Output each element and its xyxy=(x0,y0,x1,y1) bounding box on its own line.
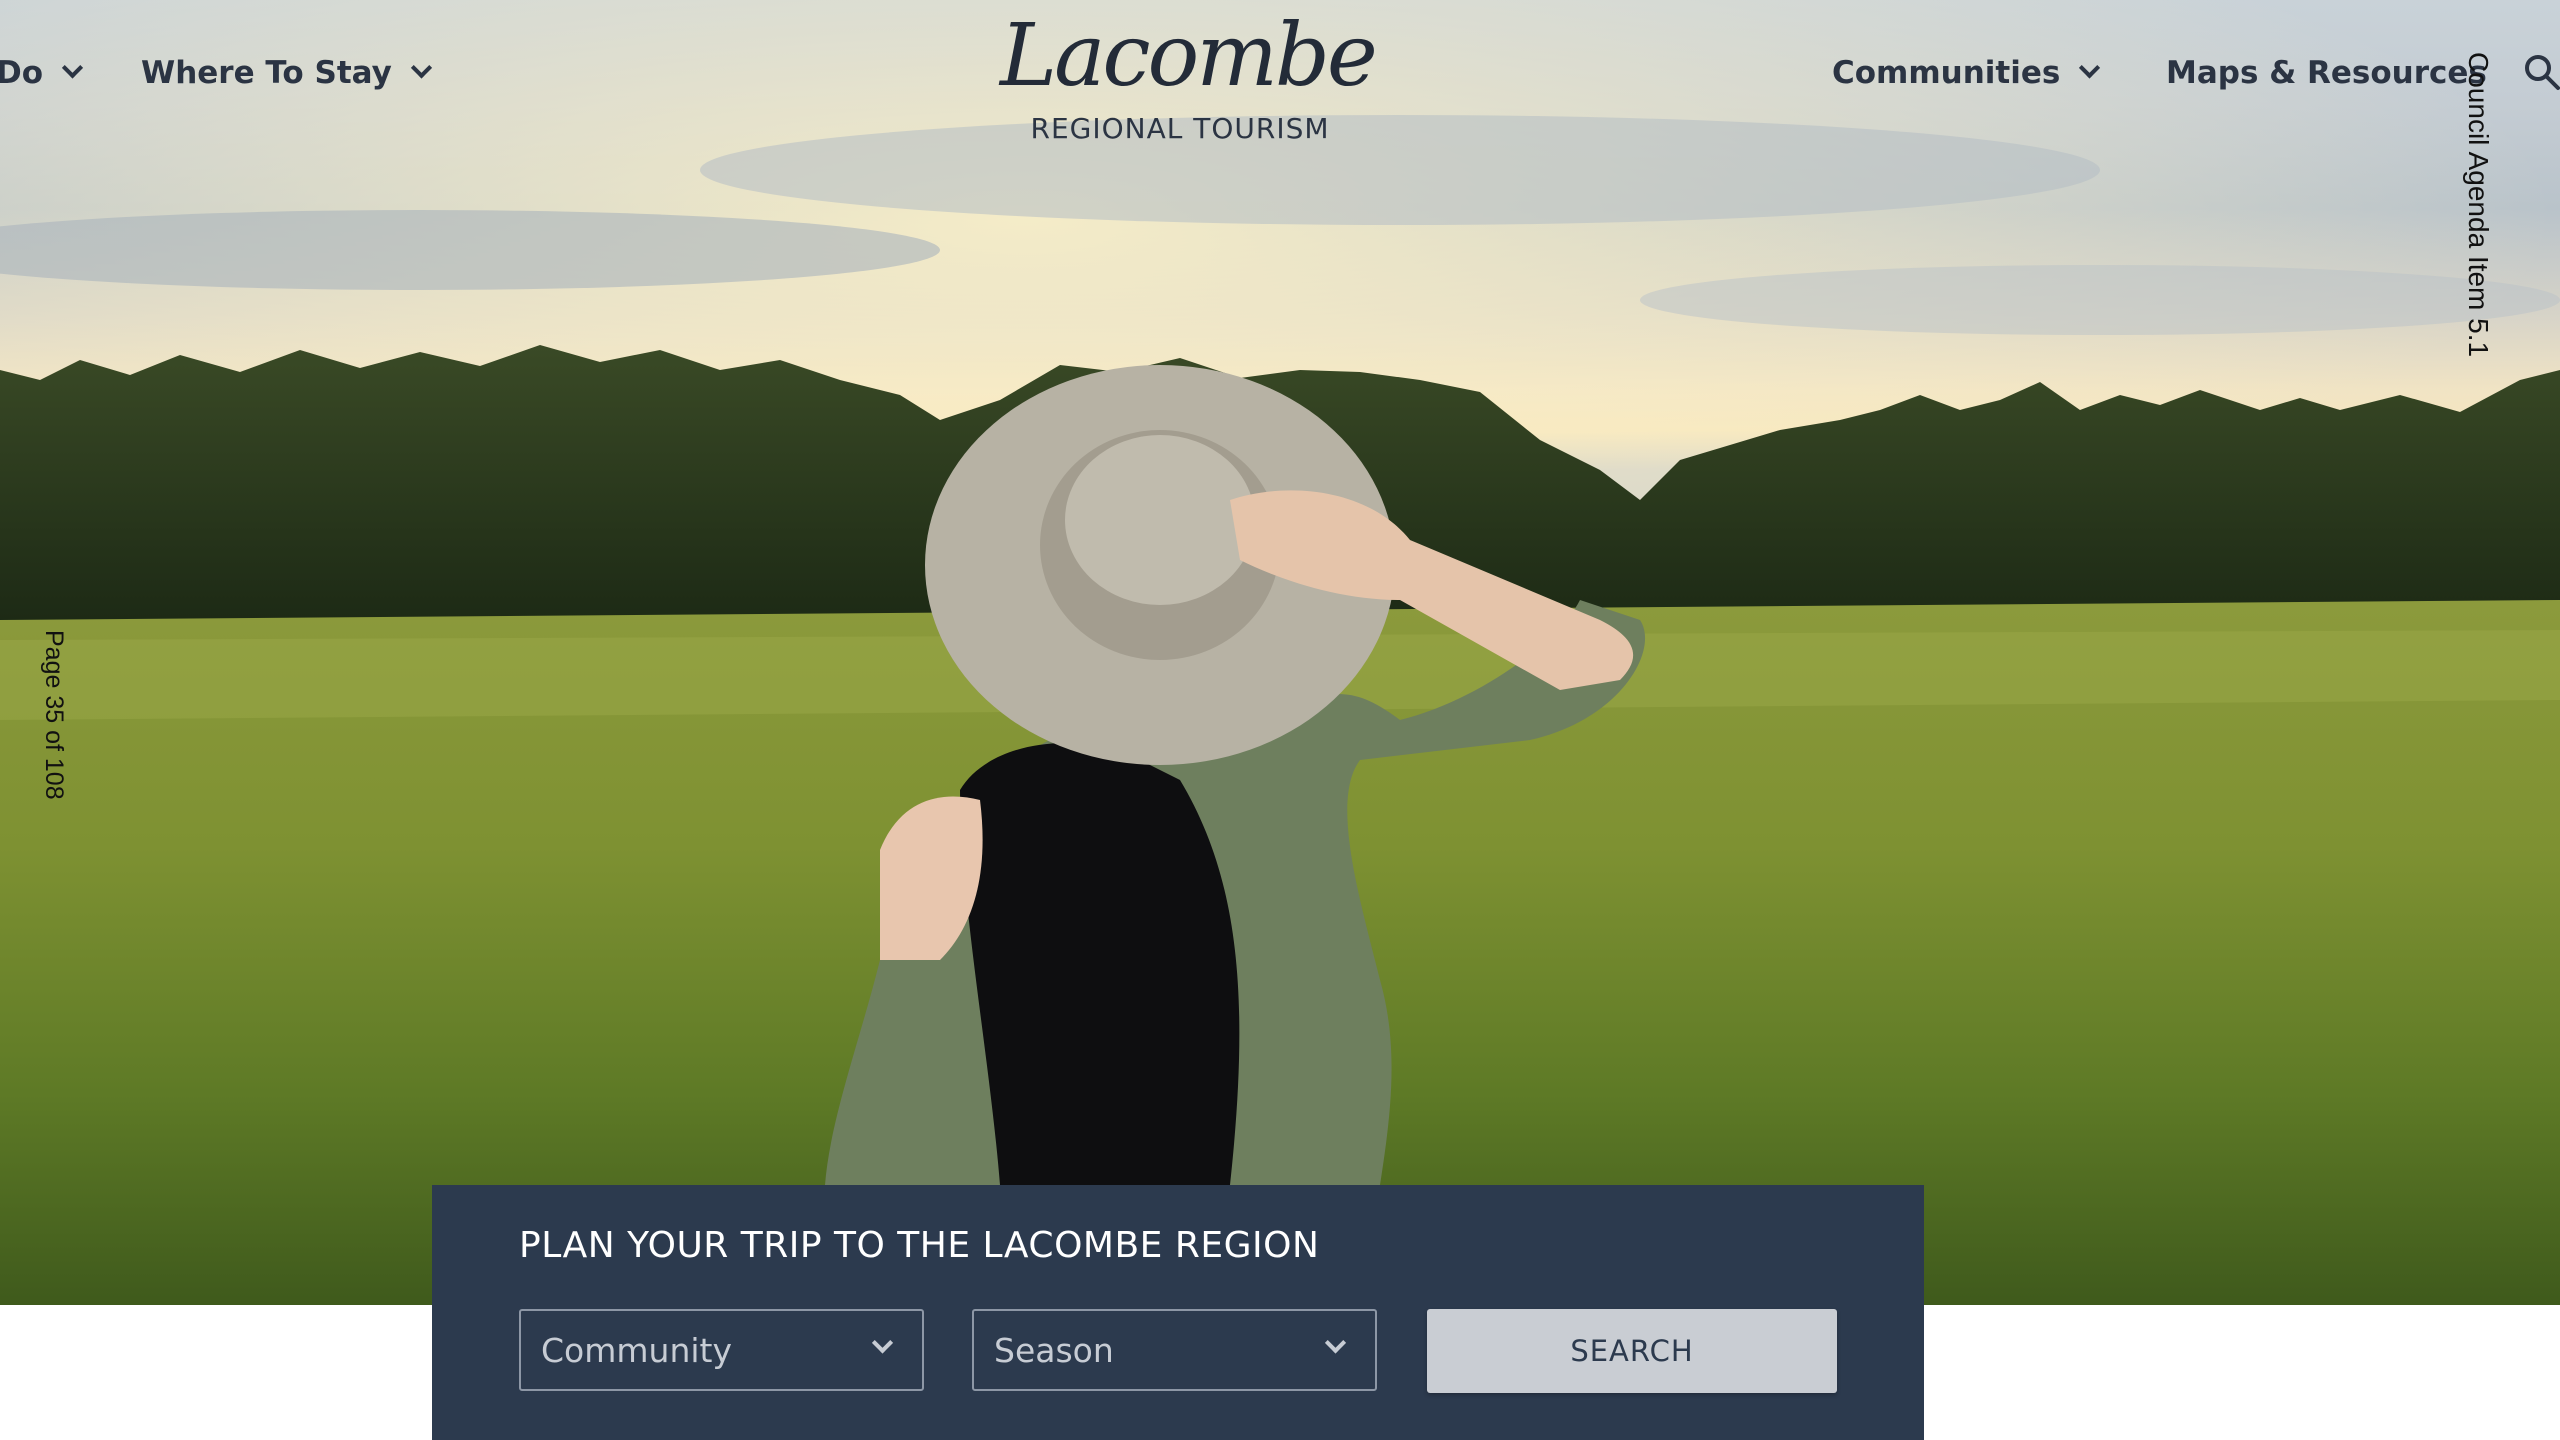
nav-item-where-to-stay[interactable]: Where To Stay xyxy=(141,48,432,98)
page-label: Page 35 of 108 xyxy=(40,630,68,800)
search-icon[interactable] xyxy=(2522,52,2560,92)
side-note-left: Page 35 of 108 xyxy=(40,630,88,820)
page: Do Where To Stay Communities Maps & Reso… xyxy=(0,0,2560,1440)
chevron-down-icon xyxy=(1324,1332,1347,1354)
logo-script: Lacombe xyxy=(1000,6,1378,106)
hero-scene xyxy=(0,0,2560,1305)
season-select[interactable]: Season xyxy=(972,1309,1377,1391)
community-select-value: Community xyxy=(541,1331,732,1370)
community-select[interactable]: Community xyxy=(519,1309,924,1391)
nav-item-label: Communities xyxy=(1832,55,2061,91)
planner-title: PLAN YOUR TRIP TO THE LACOMBE REGION xyxy=(519,1225,1320,1266)
nav-item-label: Do xyxy=(0,55,44,91)
nav-item-communities[interactable]: Communities xyxy=(1832,48,2101,98)
agenda-label: Council Agenda Item 5.1 xyxy=(2463,52,2494,358)
nav-item-label: Maps & Resources xyxy=(2166,55,2487,91)
nav-item-label: Where To Stay xyxy=(141,55,392,91)
trip-planner-panel: PLAN YOUR TRIP TO THE LACOMBE REGION Com… xyxy=(432,1185,1924,1440)
chevron-down-icon xyxy=(61,56,84,78)
season-select-value: Season xyxy=(994,1331,1114,1370)
nav-item-do[interactable]: Do xyxy=(0,48,84,98)
site-logo[interactable]: Lacombe REGIONAL TOURISM xyxy=(1000,6,1378,146)
chevron-down-icon xyxy=(871,1332,894,1354)
chevron-down-icon xyxy=(410,56,432,78)
logo-subtitle: REGIONAL TOURISM xyxy=(1030,112,1330,145)
search-button[interactable]: SEARCH xyxy=(1427,1309,1837,1393)
side-note-right: Council Agenda Item 5.1 xyxy=(2463,52,2514,382)
chevron-down-icon xyxy=(2079,56,2101,78)
hero-image xyxy=(0,0,2560,1305)
nav-item-maps-resources[interactable]: Maps & Resources xyxy=(2166,48,2487,98)
